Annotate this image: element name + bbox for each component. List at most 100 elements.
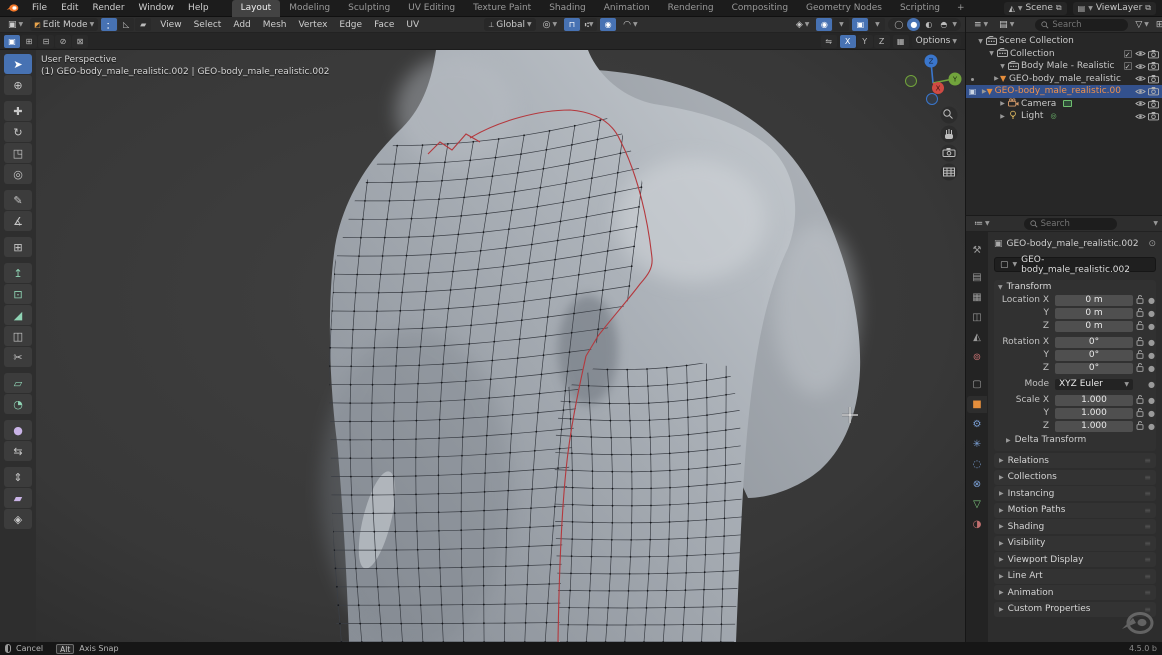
shading-wireframe-button[interactable]: ◯ <box>892 18 905 31</box>
workspace-tab[interactable]: Rendering <box>659 0 723 17</box>
lock-icon[interactable] <box>1133 294 1147 307</box>
outliner-search[interactable] <box>1035 19 1128 31</box>
mirror-axis-button[interactable]: X <box>840 35 856 48</box>
toolbar-tool[interactable]: ⊕ <box>4 75 32 95</box>
value-field[interactable]: 1.000 <box>1055 408 1133 419</box>
properties-tab[interactable]: ◑ <box>967 516 987 533</box>
select-tool-mode-button[interactable]: ⊘ <box>55 35 71 48</box>
overlays-dropdown[interactable]: ▼ <box>833 18 849 31</box>
render-visibility-toggle[interactable] <box>1147 61 1160 72</box>
zoom-button[interactable] <box>941 107 958 124</box>
edge-select-button[interactable]: ◺ <box>118 18 134 31</box>
outliner-row[interactable]: ▶ Light ◎ ✓ <box>966 110 1162 123</box>
animate-dot[interactable]: ● <box>1147 409 1156 418</box>
expand-chevron-icon[interactable]: ▼ <box>987 50 996 57</box>
toolbar-tool[interactable]: ⇆ <box>4 441 32 461</box>
outliner-row[interactable]: ▼ Collection ✓ <box>966 48 1162 61</box>
viewport-menu-item[interactable]: UV <box>400 19 425 31</box>
editor-type-selector[interactable]: ▣▼ <box>4 18 27 31</box>
hide-eye-toggle[interactable] <box>1134 98 1147 109</box>
snap-settings-dropdown[interactable]: ⑆▼ <box>581 18 597 31</box>
add-workspace-button[interactable]: + <box>951 0 971 17</box>
render-visibility-toggle[interactable] <box>1147 86 1160 97</box>
mirror-axis-button[interactable]: Y <box>857 35 873 48</box>
face-select-button[interactable]: ▰ <box>135 18 151 31</box>
falloff-selector[interactable]: ◠▼ <box>619 18 641 31</box>
value-field[interactable]: 0° <box>1055 337 1133 348</box>
viewport-canvas[interactable]: Z Y X <box>36 50 965 642</box>
render-visibility-toggle[interactable] <box>1147 48 1160 59</box>
snap-toggle[interactable]: ⊔ <box>564 18 580 31</box>
toolbar-tool[interactable]: ∡ <box>4 211 32 231</box>
outliner-row[interactable]: ▶ ▼ GEO-body_male_realistic ✓ <box>966 73 1162 86</box>
search-input[interactable] <box>1041 219 1111 229</box>
outliner-row[interactable]: ▣ ▶ ▼ GEO-body_male_realistic.00 ✓ <box>966 85 1162 98</box>
render-visibility-toggle[interactable] <box>1147 111 1160 122</box>
toolbar-tool[interactable]: ➤ <box>4 54 32 74</box>
properties-tab[interactable]: ⊚ <box>967 349 987 366</box>
value-field[interactable]: 0° <box>1055 350 1133 361</box>
render-visibility-toggle[interactable] <box>1147 73 1160 84</box>
toolbar-tool[interactable]: ● <box>4 420 32 440</box>
animate-dot[interactable]: ● <box>1147 309 1156 318</box>
value-field[interactable]: 1.000 <box>1055 395 1133 406</box>
show-gizmo-dropdown[interactable]: ◈▼ <box>792 18 814 31</box>
lock-icon[interactable] <box>1133 420 1147 433</box>
viewport-menu-item[interactable]: Edge <box>333 19 368 31</box>
hide-eye-toggle[interactable] <box>1134 61 1147 72</box>
object-name-field[interactable]: ▢▼ GEO-body_male_realistic.002 <box>994 257 1156 272</box>
toolbar-tool[interactable]: ↥ <box>4 263 32 283</box>
toolbar-tool[interactable]: ◫ <box>4 326 32 346</box>
properties-tab[interactable]: ▤ <box>967 269 987 286</box>
animate-dot[interactable]: ● <box>1147 338 1156 347</box>
value-field[interactable]: 0° <box>1055 363 1133 374</box>
options-dropdown[interactable]: Options▼ <box>912 35 961 48</box>
toolbar-tool[interactable]: ◈ <box>4 509 32 529</box>
expand-chevron-icon[interactable]: ▼ <box>998 63 1007 70</box>
properties-options-dropdown[interactable]: ▼ <box>1153 220 1158 227</box>
workspace-tab[interactable]: Compositing <box>723 0 797 17</box>
hide-eye-toggle[interactable] <box>1134 86 1147 97</box>
lock-icon[interactable] <box>1133 320 1147 333</box>
viewport-menu-item[interactable]: View <box>154 19 187 31</box>
toolbar-tool[interactable]: ◎ <box>4 164 32 184</box>
collapsed-panel-header[interactable]: ▶ Motion Paths ≡ <box>994 503 1156 518</box>
new-scene-icon[interactable]: ⧉ <box>1056 3 1062 13</box>
mode-dropdown[interactable]: XYZ Euler▼ <box>1055 379 1133 390</box>
new-view-layer-icon[interactable]: ⧉ <box>1145 3 1151 13</box>
toolbar-tool[interactable]: ⊞ <box>4 237 32 257</box>
workspace-tab[interactable]: Modeling <box>280 0 339 17</box>
shading-dropdown[interactable]: ▼ <box>952 21 957 28</box>
workspace-tab[interactable]: Shading <box>540 0 595 17</box>
orthographic-toggle-button[interactable] <box>941 164 958 181</box>
outliner-row[interactable]: ▼ Scene Collection ✓ <box>966 35 1162 48</box>
collapse-chevron-icon[interactable]: ▶ <box>998 113 1007 120</box>
proportional-editing-toggle[interactable]: ◉ <box>600 18 616 31</box>
viewport-menu-item[interactable]: Select <box>188 19 228 31</box>
properties-tab[interactable]: ⚒ <box>967 242 987 259</box>
outliner-row[interactable]: ▼ Body Male - Realistic ✓ <box>966 60 1162 73</box>
toolbar-tool[interactable]: ✂ <box>4 347 32 367</box>
toolbar-tool[interactable]: ↻ <box>4 122 32 142</box>
view-layer-selector[interactable]: ▤▼ ViewLayer ⧉ <box>1073 2 1156 15</box>
animate-dot[interactable]: ● <box>1147 396 1156 405</box>
viewport-menu-item[interactable]: Face <box>368 19 400 31</box>
workspace-tab[interactable]: Texture Paint <box>464 0 540 17</box>
new-collection-button[interactable]: ⊞ <box>1156 20 1162 30</box>
menubar-item[interactable]: Edit <box>54 2 85 14</box>
hide-eye-toggle[interactable] <box>1134 111 1147 122</box>
properties-tab[interactable]: ◫ <box>967 309 987 326</box>
expand-chevron-icon[interactable]: ▼ <box>976 38 985 45</box>
mode-selector[interactable]: ◩ Edit Mode▼ <box>30 18 98 31</box>
collapsed-panel-header[interactable]: ▶ Line Art ≡ <box>994 569 1156 584</box>
pin-icon[interactable]: ⊙ <box>1148 239 1156 249</box>
collapsed-panel-header[interactable]: ▶ Instancing ≡ <box>994 486 1156 501</box>
animate-dot[interactable]: ● <box>1147 422 1156 431</box>
xray-dropdown[interactable]: ▼ <box>869 18 885 31</box>
gizmo-minus-y-ball[interactable] <box>906 76 917 87</box>
workspace-tab[interactable]: Geometry Nodes <box>797 0 891 17</box>
gizmo-minus-z-ball[interactable] <box>927 94 938 105</box>
render-visibility-toggle[interactable] <box>1147 98 1160 109</box>
properties-tab[interactable]: ◌ <box>967 456 987 473</box>
scene-selector[interactable]: ◭▼ Scene ⧉ <box>1004 2 1067 15</box>
